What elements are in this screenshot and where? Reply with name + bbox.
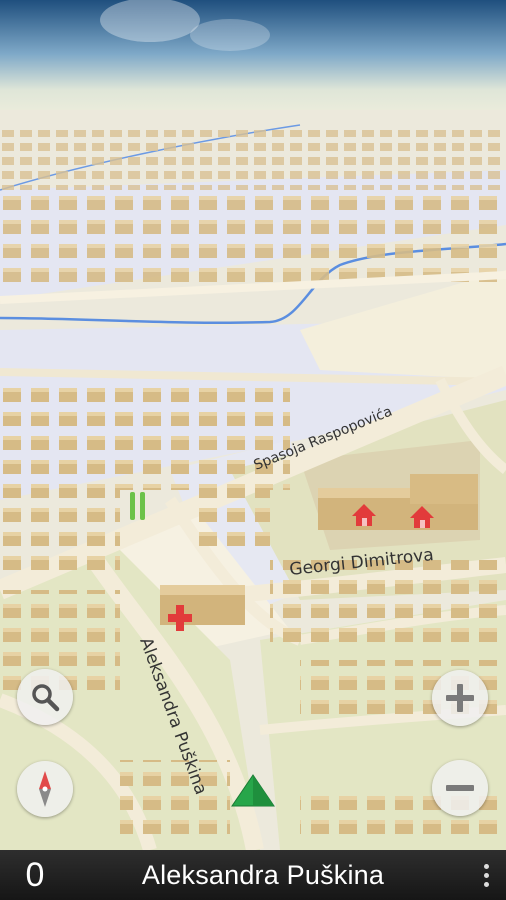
buildings-far (0, 130, 506, 190)
map-view[interactable]: Spasoja Raspopovića Georgi Dimitrova Ale… (0, 0, 506, 900)
buildings-mid (190, 490, 270, 550)
buildings-far (0, 190, 506, 285)
search-button[interactable] (17, 669, 73, 725)
bottom-status-bar: 0 Aleksandra Puškina (0, 850, 506, 900)
plus-icon (446, 684, 474, 712)
search-icon (32, 684, 60, 712)
compass-button[interactable] (17, 761, 73, 817)
more-vert-icon[interactable] (466, 850, 506, 900)
buildings-mid (0, 490, 120, 570)
zoom-out-button[interactable] (432, 760, 488, 816)
buildings-mid (0, 380, 290, 490)
menu-dot (483, 872, 489, 878)
sky (0, 0, 506, 120)
menu-dot (483, 881, 489, 887)
cloud (190, 19, 270, 51)
minus-icon (446, 785, 474, 791)
buildings-near (120, 760, 230, 840)
compass-icon (39, 771, 51, 807)
zoom-in-button[interactable] (432, 670, 488, 726)
current-street-name: Aleksandra Puškina (141, 859, 385, 890)
speed-readout: 0 (25, 855, 45, 894)
menu-dot (483, 863, 489, 869)
cloud (100, 0, 200, 42)
